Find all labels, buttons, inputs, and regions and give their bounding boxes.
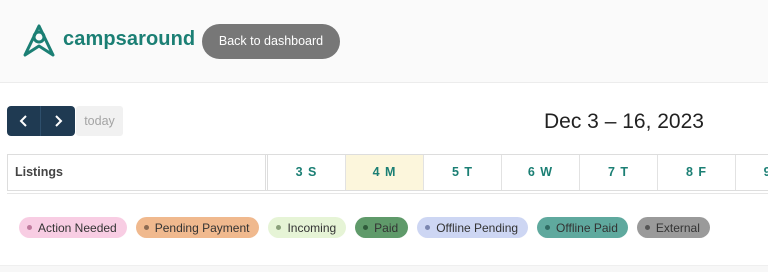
legend-badge-external: External xyxy=(636,217,710,238)
legend-label: Offline Paid xyxy=(556,220,618,235)
next-button[interactable] xyxy=(41,106,75,136)
status-dot xyxy=(143,225,149,230)
status-dot xyxy=(27,225,32,230)
status-dot xyxy=(644,225,650,230)
day-header[interactable]: 7 T xyxy=(580,155,658,190)
legend-label: Offline Pending xyxy=(436,220,519,235)
legend-label: Incoming xyxy=(287,220,337,235)
legend-badge-action-needed: Action Needed xyxy=(19,217,127,238)
day-header-today[interactable]: 4 M xyxy=(346,155,424,190)
legend-badge-paid: Paid xyxy=(355,217,409,238)
status-legend: Action Needed Pending Payment Incoming P… xyxy=(19,217,710,238)
status-dot xyxy=(545,225,551,230)
chevron-left-icon xyxy=(19,115,27,127)
legend-badge-offline-pending: Offline Pending xyxy=(417,217,529,238)
day-header[interactable]: 3 S xyxy=(268,155,346,190)
legend-label: Action Needed xyxy=(38,220,117,235)
status-dot xyxy=(276,225,282,230)
legend-label: Paid xyxy=(374,220,399,235)
chevron-right-icon xyxy=(55,115,63,127)
listings-column-header: Listings xyxy=(15,165,63,179)
top-bar: campsaround Back to dashboard xyxy=(0,0,768,83)
header-divider xyxy=(7,191,768,194)
status-dot xyxy=(363,225,369,230)
calendar-body-edge xyxy=(0,265,768,272)
legend-badge-incoming: Incoming xyxy=(268,217,347,238)
legend-label: Pending Payment xyxy=(154,220,250,235)
today-button[interactable]: today xyxy=(76,106,123,136)
prev-button[interactable] xyxy=(7,106,41,136)
campsaround-logo-icon[interactable] xyxy=(23,24,55,58)
day-header[interactable]: 6 W xyxy=(502,155,580,190)
legend-badge-offline-paid: Offline Paid xyxy=(537,217,628,238)
day-header[interactable]: 9 S xyxy=(736,155,768,190)
day-header[interactable]: 5 T xyxy=(424,155,502,190)
date-range-title: Dec 3 – 16, 2023 xyxy=(544,110,704,133)
calendar-nav: today xyxy=(7,106,123,136)
day-header[interactable]: 8 F xyxy=(658,155,736,190)
brand-name[interactable]: campsaround xyxy=(63,28,195,51)
calendar-header: Listings 3 S 4 M 5 T 6 W 7 T 8 F 9 S xyxy=(7,154,768,191)
day-headers: 3 S 4 M 5 T 6 W 7 T 8 F 9 S xyxy=(268,155,768,190)
legend-label: External xyxy=(655,220,700,235)
legend-badge-pending-payment: Pending Payment xyxy=(135,217,260,238)
back-to-dashboard-button[interactable]: Back to dashboard xyxy=(202,24,340,59)
status-dot xyxy=(425,225,431,230)
